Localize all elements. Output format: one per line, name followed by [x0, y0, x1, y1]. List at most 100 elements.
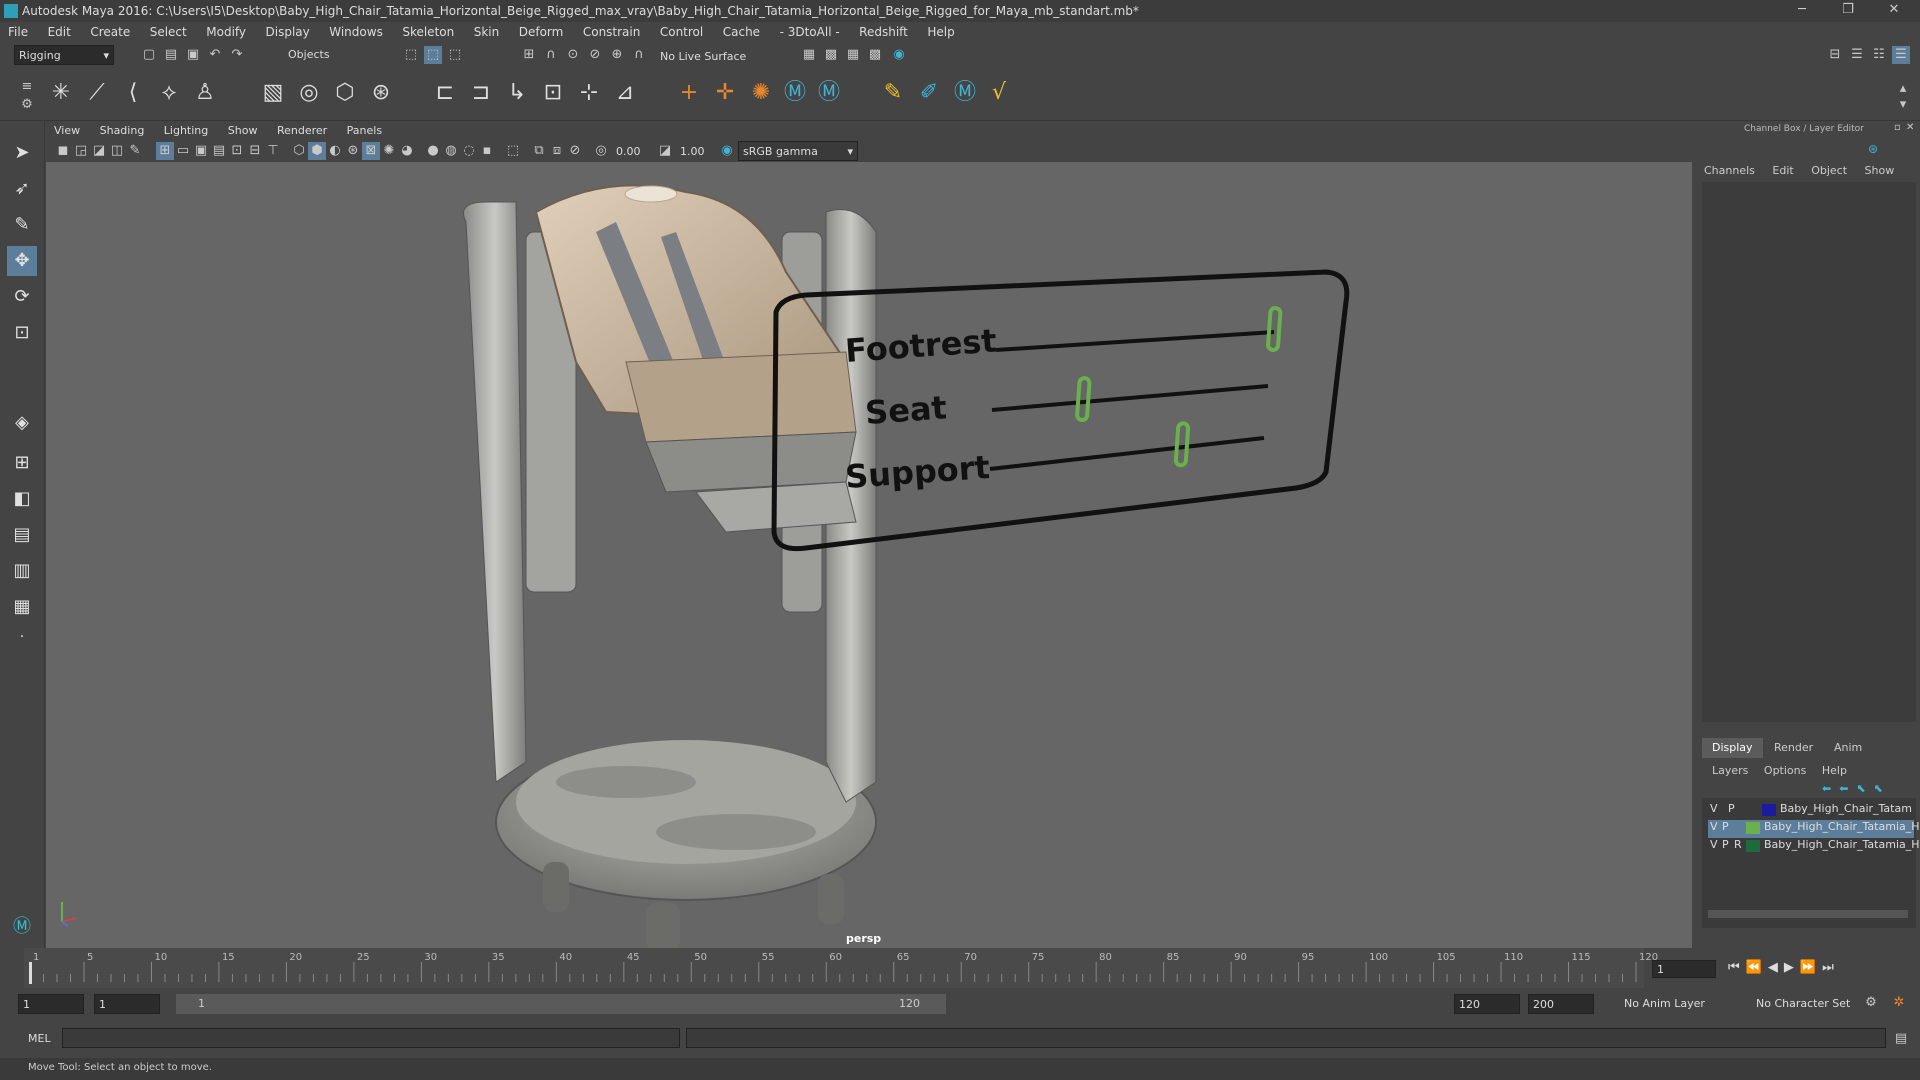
render-frame-icon[interactable]: ▩ — [822, 46, 840, 64]
aim-constraint-icon[interactable]: Ⓜ — [814, 78, 844, 108]
copy-weights-icon[interactable]: ⊹ — [574, 78, 604, 108]
scale-constraint-icon[interactable]: Ⓜ — [780, 78, 810, 108]
tool-settings-icon[interactable]: ☷ — [1870, 46, 1888, 64]
menu-control[interactable]: Control — [652, 22, 711, 39]
four-view-layout-icon[interactable]: ⊞ — [7, 448, 37, 478]
smooth-weights-icon[interactable]: ⊿ — [610, 78, 640, 108]
film-gate-icon[interactable]: ▭ — [174, 142, 192, 160]
select-tool-icon[interactable]: ➤ — [7, 138, 37, 168]
animation-end-field[interactable] — [1528, 994, 1594, 1014]
select-hierarchy-icon[interactable]: ⬚ — [402, 46, 420, 64]
menu-modify[interactable]: Modify — [198, 22, 254, 39]
layers-menu[interactable]: Layers — [1712, 764, 1748, 777]
snap-view-icon[interactable]: ⊘ — [586, 46, 604, 64]
screen-space-ao-icon[interactable]: ● — [424, 142, 442, 160]
shelf-settings-icon[interactable]: ⚙ — [18, 96, 36, 114]
current-frame-marker[interactable] — [29, 962, 32, 984]
layer-playback[interactable]: P — [1728, 802, 1735, 815]
hypershade-icon[interactable]: ◉ — [890, 46, 908, 64]
script-editor-icon[interactable]: ▤ — [1892, 1030, 1910, 1048]
image-plane-icon[interactable]: ◫ — [108, 142, 126, 160]
safe-title-icon[interactable]: ⊤ — [264, 142, 282, 160]
set-driven-key-icon[interactable]: ✎ — [878, 78, 908, 108]
lattice-icon[interactable]: ◎ — [294, 78, 324, 108]
tab-display[interactable]: Display — [1702, 738, 1763, 758]
viewport-menu-show[interactable]: Show — [220, 122, 266, 139]
joint-tool-icon[interactable]: ✳ — [46, 78, 76, 108]
color-space-dropdown[interactable]: sRGB gamma ▾ — [738, 141, 858, 161]
gamma-field[interactable] — [676, 142, 716, 160]
layer-color-swatch[interactable] — [1762, 804, 1776, 816]
menu-redshift[interactable]: Redshift — [851, 22, 916, 39]
lasso-tool-icon[interactable]: ➶ — [7, 174, 37, 204]
preferences-icon[interactable]: ✲ — [1890, 994, 1908, 1012]
render-view-icon[interactable]: ▦ — [800, 46, 818, 64]
motion-blur-icon[interactable]: ◍ — [442, 142, 460, 160]
open-scene-icon[interactable]: ▤ — [162, 46, 180, 64]
sculpt-icon[interactable]: ⊛ — [366, 78, 396, 108]
layer-reference[interactable]: R — [1734, 838, 1742, 851]
grid-toggle-icon[interactable]: ⊞ — [156, 142, 174, 160]
safe-action-icon[interactable]: ⊟ — [246, 142, 264, 160]
outliner-layout-icon[interactable]: ▦ — [7, 592, 37, 622]
bind-skin-icon[interactable]: ⊏ — [430, 78, 460, 108]
menu-create[interactable]: Create — [82, 22, 138, 39]
snap-grid-icon[interactable]: ⊞ — [520, 46, 538, 64]
orient-constraint-icon[interactable]: ✺ — [746, 78, 776, 108]
footrest-slider-handle[interactable] — [1266, 306, 1283, 352]
color-management-icon[interactable]: ◉ — [718, 142, 736, 160]
save-scene-icon[interactable]: ▣ — [184, 46, 202, 64]
undo-icon[interactable]: ↶ — [206, 46, 224, 64]
viewport-menu-shading[interactable]: Shading — [92, 122, 153, 139]
menu-display[interactable]: Display — [258, 22, 318, 39]
channel-box-toggle-icon[interactable]: ☰ — [1892, 46, 1910, 64]
smooth-shade-icon[interactable]: ⬢ — [308, 142, 326, 160]
menu-deform[interactable]: Deform — [511, 22, 572, 39]
channels-menu[interactable]: Channels — [1704, 164, 1755, 177]
maya-script-icon[interactable]: Ⓜ — [950, 78, 980, 108]
channel-box-icon[interactable]: ⊛ — [1868, 142, 1878, 156]
redo-icon[interactable]: ↷ — [228, 46, 246, 64]
cluster-icon[interactable]: ▧ — [258, 78, 288, 108]
menu-constrain[interactable]: Constrain — [575, 22, 649, 39]
viewport-menu-panels[interactable]: Panels — [339, 122, 390, 139]
options-menu[interactable]: Options — [1764, 764, 1806, 777]
menu-cache[interactable]: Cache — [715, 22, 768, 39]
isolate-select-icon[interactable]: ⬚ — [504, 142, 522, 160]
blend-shape-icon[interactable]: ✐ — [914, 78, 944, 108]
wrap-icon[interactable]: ⬡ — [330, 78, 360, 108]
parent-constraint-icon[interactable]: + — [674, 78, 704, 108]
tab-anim[interactable]: Anim — [1824, 738, 1872, 758]
use-lights-icon[interactable]: ✺ — [380, 142, 398, 160]
tab-render[interactable]: Render — [1764, 738, 1823, 758]
close-button[interactable]: ✕ — [1874, 2, 1914, 20]
field-chart-icon[interactable]: ⊡ — [228, 142, 246, 160]
menu-file[interactable]: File — [0, 22, 36, 39]
camera-attributes-icon[interactable]: ◲ — [72, 142, 90, 160]
make-live-icon[interactable]: ∩ — [630, 46, 648, 64]
layer-color-swatch[interactable] — [1746, 840, 1760, 852]
layer-row[interactable]: V P Baby_High_Chair_Tatam — [1708, 802, 1914, 820]
move-tool-icon[interactable]: ✥ — [7, 246, 37, 276]
toolbox-more-icon[interactable]: · — [7, 622, 37, 652]
layer-color-swatch[interactable] — [1746, 822, 1760, 834]
layer-scrollbar[interactable] — [1708, 910, 1908, 918]
snap-surface-icon[interactable]: ⊕ — [608, 46, 626, 64]
persp-outliner-layout-icon[interactable]: ▥ — [7, 556, 37, 586]
show-menu[interactable]: Show — [1865, 164, 1895, 177]
exposure-field[interactable] — [612, 142, 652, 160]
persp-graph-layout-icon[interactable]: ▤ — [7, 520, 37, 550]
ik-spline-icon[interactable]: ⟨ — [118, 78, 148, 108]
snap-point-icon[interactable]: ⊙ — [564, 46, 582, 64]
menu-skeleton[interactable]: Skeleton — [394, 22, 462, 39]
shelf-custom-icon[interactable]: √ — [984, 78, 1014, 108]
rotate-tool-icon[interactable]: ⟳ — [7, 282, 37, 312]
layer-playback[interactable]: P — [1722, 820, 1729, 833]
menu-select[interactable]: Select — [142, 22, 195, 39]
layer-visibility[interactable]: V — [1710, 820, 1718, 833]
layer-row[interactable]: V P Baby_High_Chair_Tatamia_Hc — [1708, 820, 1920, 838]
layer-playback[interactable]: P — [1722, 838, 1729, 851]
layer-visibility[interactable]: V — [1710, 838, 1718, 851]
auto-key-icon[interactable]: ⚙ — [1862, 994, 1880, 1012]
bookmark-icon[interactable]: ◪ — [90, 142, 108, 160]
